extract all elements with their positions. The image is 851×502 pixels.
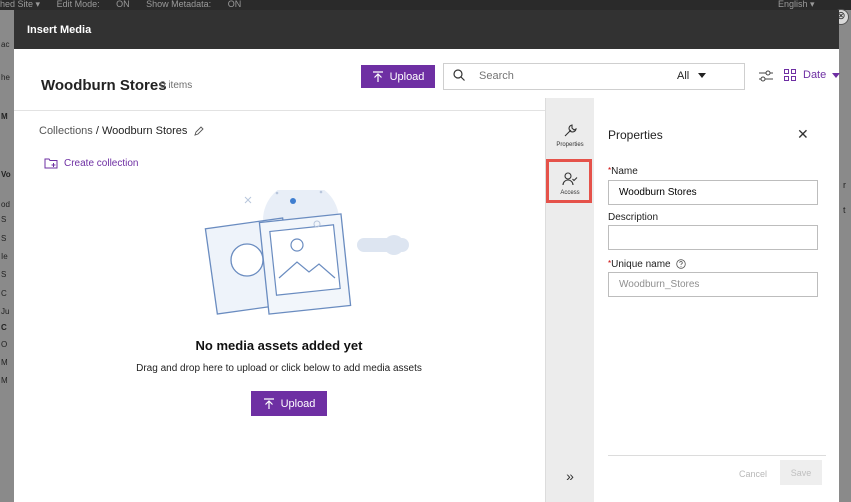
bg-edit-mode-label: Edit Mode:: [56, 0, 100, 9]
empty-state-title: No media assets added yet: [195, 338, 363, 353]
bg-fragment: O: [1, 340, 8, 349]
bg-metadata-value: ON: [227, 0, 242, 9]
wrench-icon: [564, 124, 577, 137]
rail-properties-tab[interactable]: Properties: [546, 123, 594, 148]
breadcrumb-collections-link[interactable]: Collections: [39, 125, 93, 137]
description-label: Description: [608, 212, 659, 223]
unique-name-label-text: Unique name: [611, 259, 671, 270]
unique-name-label: *Unique name: [608, 259, 687, 270]
panel-title: Properties: [608, 128, 663, 142]
unique-name-field[interactable]: Woodburn_Stores: [608, 272, 818, 297]
description-field[interactable]: [608, 225, 818, 250]
bg-language-menu: English ▾: [778, 0, 815, 9]
background-right-edge: r t: [839, 10, 851, 502]
bg-fragment: he: [1, 73, 10, 82]
collection-name: Woodburn Stores: [41, 77, 167, 94]
bg-fragment: M: [1, 376, 8, 385]
create-collection-label: Create collection: [64, 157, 139, 169]
upload-label: Upload: [280, 397, 316, 410]
item-count: 0 items: [160, 80, 193, 91]
filter-dropdown-value[interactable]: All: [677, 70, 689, 82]
empty-state-subtitle: Drag and drop here to upload or click be…: [136, 363, 422, 374]
bg-fragment: M: [1, 358, 8, 367]
create-collection-link[interactable]: Create collection: [44, 157, 138, 169]
adjust-filters-icon[interactable]: [758, 68, 774, 84]
breadcrumb: Collections / Woodburn Stores: [39, 125, 205, 137]
grid-view-icon[interactable]: [784, 69, 796, 81]
search-input[interactable]: [477, 69, 661, 83]
insert-media-dialog: Insert Media Woodburn Stores 0 items Upl…: [14, 10, 840, 502]
search-icon: [453, 69, 465, 81]
bg-fragment: r: [843, 180, 846, 190]
side-rail: Properties Access »: [545, 98, 595, 502]
bg-fragment: Ie: [1, 252, 8, 261]
rail-properties-label: Properties: [556, 142, 584, 148]
bg-fragment: M: [1, 112, 8, 121]
dialog-title: Insert Media: [27, 24, 92, 36]
background-toolbar: hed Site ▾ Edit Mode: ON Show Metadata: …: [0, 0, 851, 10]
bg-fragment: t: [843, 205, 846, 215]
bg-site-menu: hed Site ▾: [0, 0, 41, 9]
edit-pencil-icon[interactable]: [194, 126, 205, 136]
upload-label: Upload: [389, 70, 425, 83]
cancel-button[interactable]: Cancel: [733, 468, 773, 480]
breadcrumb-current: Woodburn Stores: [102, 125, 188, 137]
panel-divider: [608, 455, 826, 456]
bg-fragment: Ju: [1, 307, 10, 316]
bg-edit-mode-value: ON: [116, 0, 130, 9]
breadcrumb-separator: /: [95, 125, 99, 137]
sort-dropdown[interactable]: Date: [803, 69, 826, 81]
upload-icon: [372, 70, 383, 82]
search-box[interactable]: All: [443, 63, 745, 90]
bg-metadata-label: Show Metadata:: [146, 0, 212, 9]
empty-state-illustration: [204, 190, 409, 315]
name-label: *Name: [608, 166, 638, 177]
expand-panel-button[interactable]: »: [546, 468, 594, 484]
folder-add-icon: [44, 158, 58, 169]
chevron-down-icon[interactable]: [698, 73, 706, 78]
user-check-icon: [562, 172, 578, 186]
help-icon[interactable]: [676, 259, 687, 270]
bg-fragment: C: [1, 323, 7, 332]
properties-panel: Properties ✕ *Name Woodburn Stores Descr…: [594, 98, 839, 502]
header-upload-button[interactable]: Upload: [361, 65, 435, 88]
bg-fragment: C: [1, 289, 7, 298]
upload-icon: [263, 397, 274, 409]
bg-fragment: ac: [1, 40, 10, 49]
rail-access-tab[interactable]: Access: [546, 171, 594, 196]
bg-fragment: Vo: [1, 170, 11, 179]
body-upload-button[interactable]: Upload: [251, 391, 327, 416]
dialog-title-bar: Insert Media: [14, 10, 839, 49]
bg-fragment: S: [1, 270, 7, 279]
background-sidebar: ac he M Vo od S S Ie S C Ju C O M M: [0, 10, 14, 502]
name-label-text: Name: [611, 166, 638, 177]
save-button[interactable]: Save: [780, 460, 822, 485]
bg-fragment: od: [1, 200, 10, 209]
bg-fragment: S: [1, 215, 7, 224]
bg-fragment: S: [1, 234, 7, 243]
panel-close-icon[interactable]: ✕: [797, 126, 809, 143]
rail-access-label: Access: [560, 190, 580, 196]
name-field[interactable]: Woodburn Stores: [608, 180, 818, 205]
sort-chevron-down-icon[interactable]: [832, 73, 840, 78]
